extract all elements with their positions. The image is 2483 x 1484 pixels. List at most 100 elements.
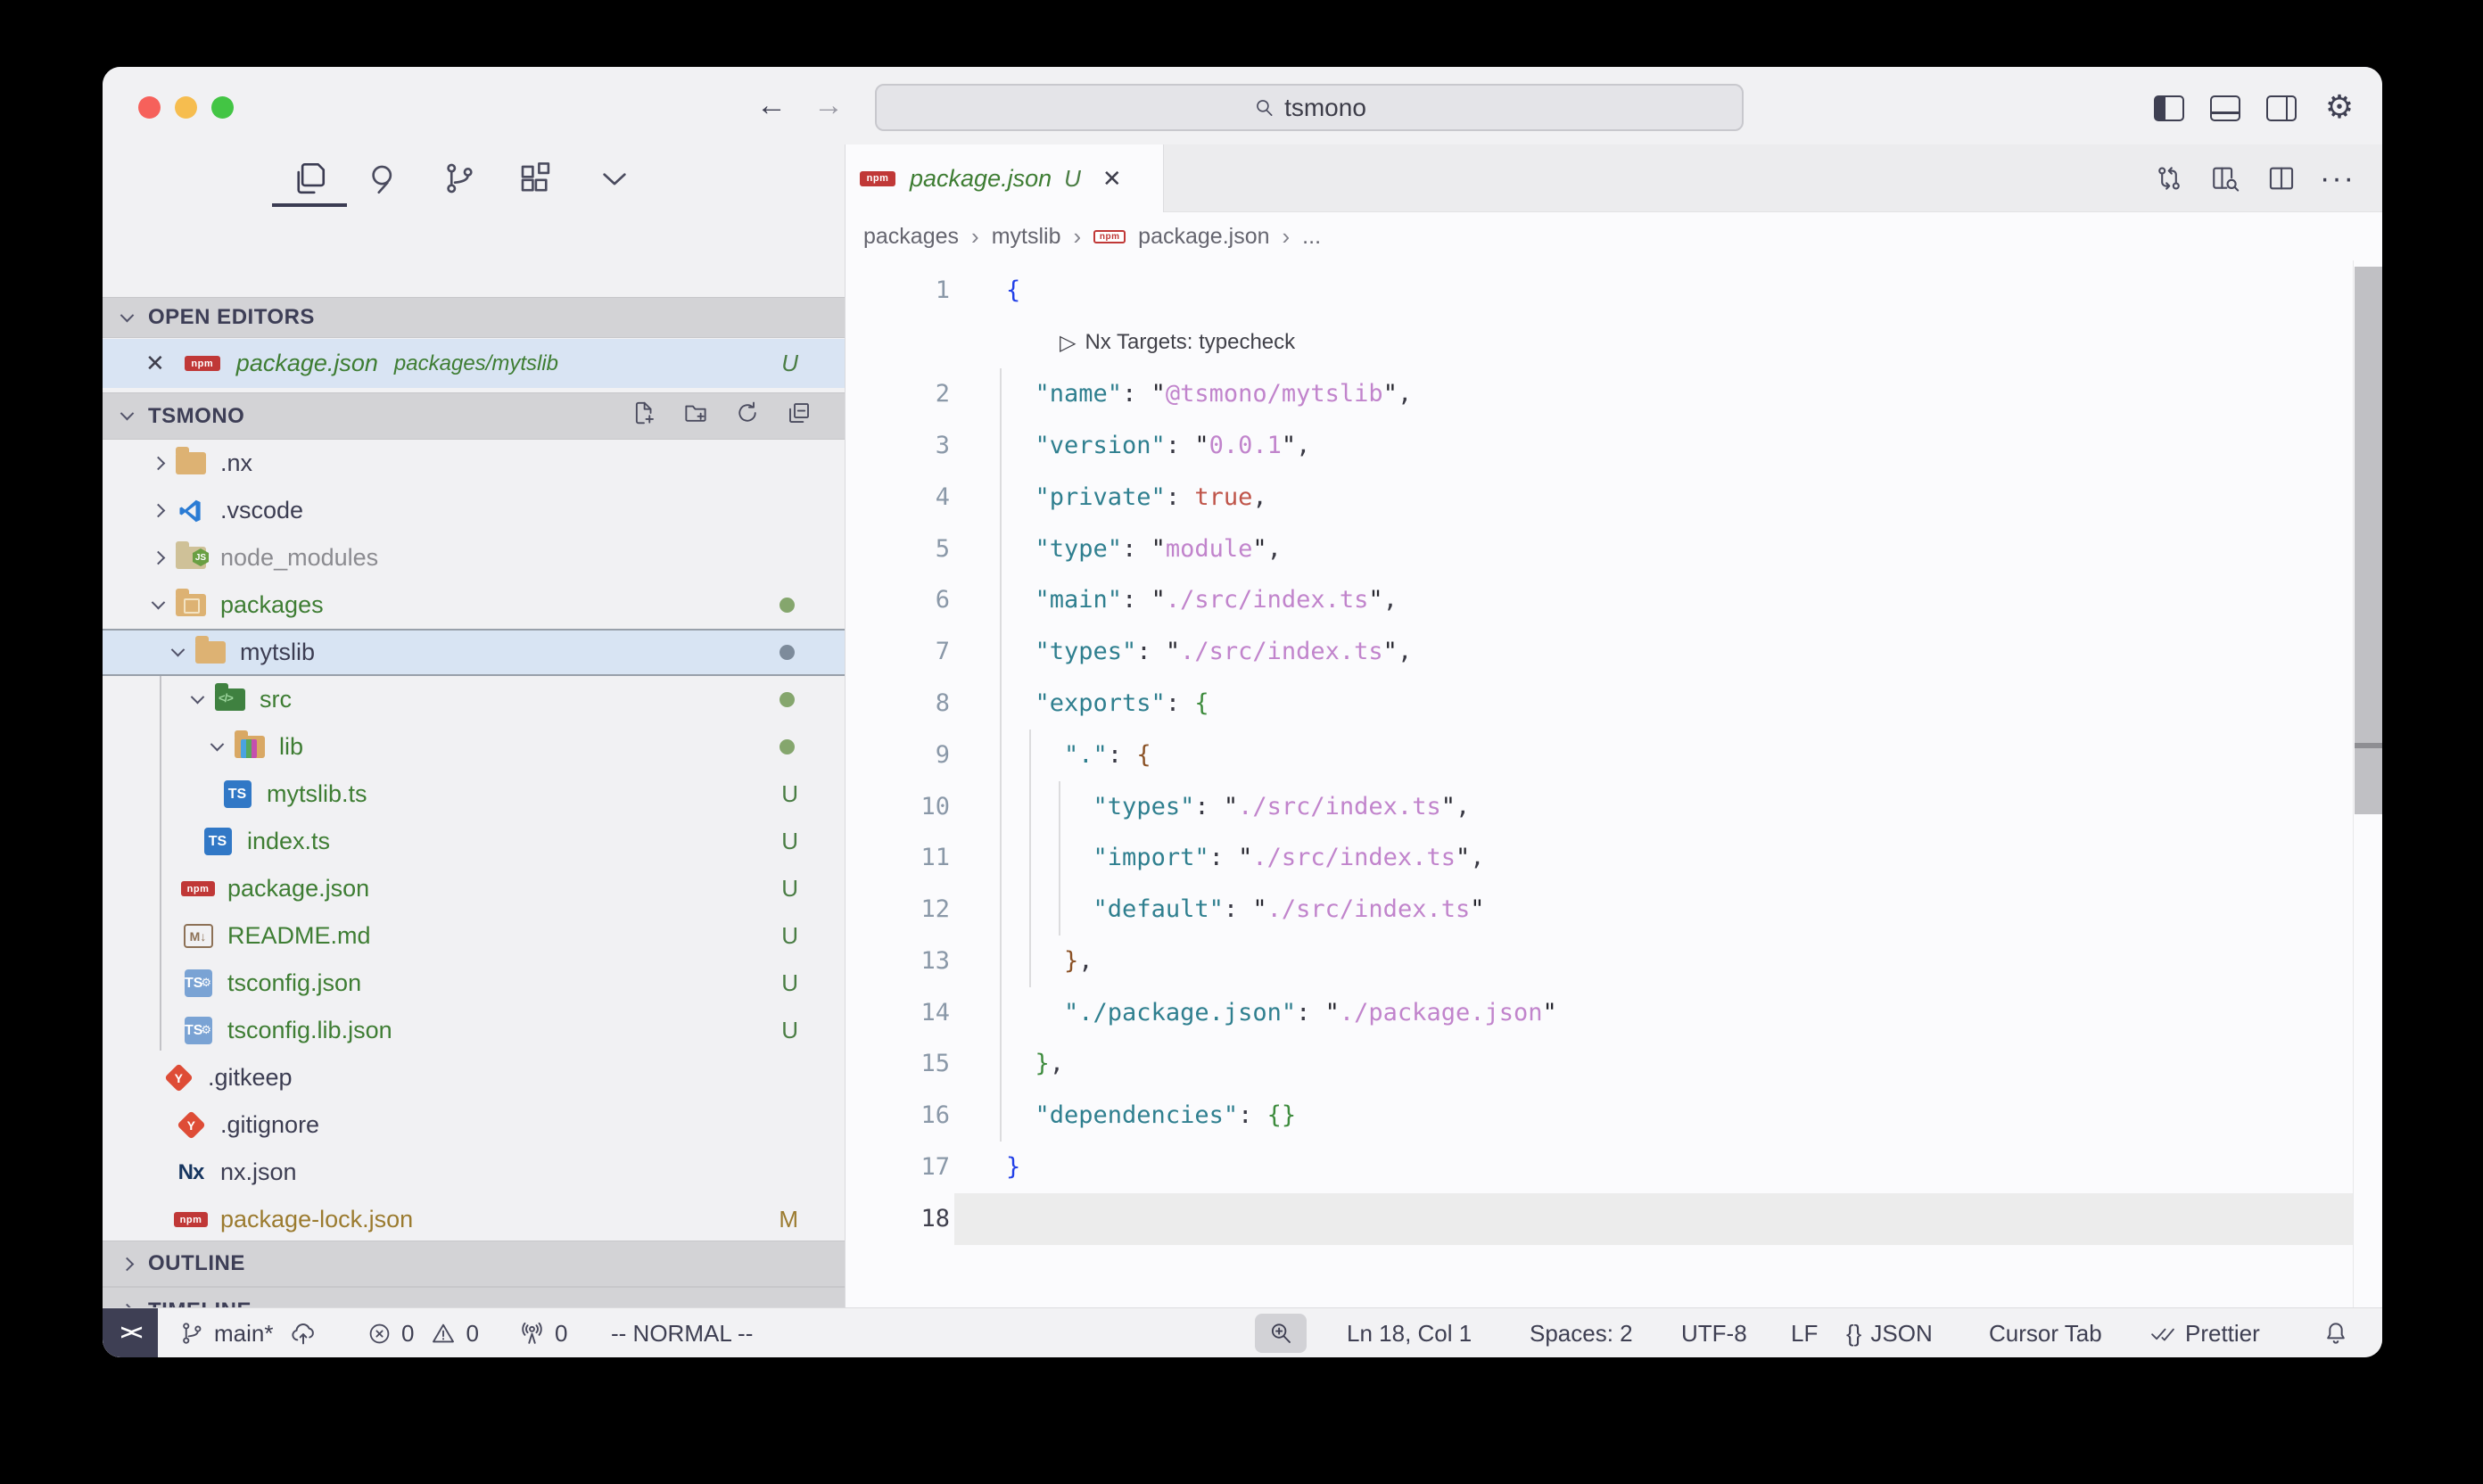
tree-item-package-json[interactable]: npmpackage.jsonU [103,865,845,912]
tab-package-json[interactable]: npm package.json U ✕ [846,144,1164,212]
code-editor[interactable]: ▷Nx Targets: typecheck 1{ 2 "name": "@ts… [846,260,2382,1307]
warnings-icon [430,1320,457,1347]
source-control-view-button[interactable] [436,157,483,200]
search-view-button[interactable] [360,157,407,200]
code-line[interactable]: 18 [846,1193,2382,1245]
extensions-view-button[interactable] [512,157,558,200]
more-views-button[interactable] [591,157,638,200]
language-mode-status[interactable]: {}JSON [1846,1308,1933,1357]
notifications-button[interactable] [2322,1308,2350,1357]
code-line[interactable]: 10 "types": "./src/index.ts", [846,781,2382,833]
breadcrumb-packages[interactable]: packages [863,224,959,250]
breadcrumb-symbol-ellipsis[interactable]: ... [1302,224,1321,250]
more-actions-button[interactable]: ··· [2313,157,2363,200]
zoom-indicator[interactable] [1255,1314,1307,1353]
forward-button[interactable]: → [811,88,846,123]
code-line[interactable]: 15 }, [846,1038,2382,1090]
new-folder-button[interactable] [682,400,709,433]
open-editors-header[interactable]: OPEN EDITORS [103,297,845,338]
codelens-nx-targets[interactable]: ▷Nx Targets: typecheck [1060,317,1295,368]
outline-section-header[interactable]: OUTLINE [103,1241,845,1287]
code-line[interactable]: 14 "./package.json": "./package.json" [846,987,2382,1039]
breadcrumbs[interactable]: packages › mytslib › npm package.json › … [846,212,2382,260]
tree-item-nx-folder[interactable]: .nx [103,440,845,487]
vim-mode-indicator[interactable]: -- NORMAL -- [611,1308,753,1357]
layout-panel-icon [2210,95,2240,121]
breadcrumb-package-json[interactable]: package.json [1138,224,1269,250]
tree-item-gitkeep[interactable]: Y.gitkeep [103,1054,845,1101]
status-bar: >< main* 0 0 0 -- NORMAL -- Ln 18, Col 1… [103,1307,2382,1357]
code-line[interactable]: 9 ".": { [846,730,2382,781]
title-bar[interactable]: ← → tsmono ⚙ [103,67,2382,144]
collapse-all-button[interactable] [786,400,813,433]
code-line[interactable]: 3 "version": "0.0.1", [846,420,2382,472]
code-line[interactable]: 11 "import": "./src/index.ts", [846,832,2382,884]
cursor-tab-status[interactable]: Cursor Tab [1989,1308,2102,1357]
sync-cloud-icon [289,1319,318,1348]
compare-changes-button[interactable] [2144,157,2194,200]
tree-item-node-modules[interactable]: node_modules [103,534,845,581]
explorer-view-button[interactable] [286,157,333,200]
code-line[interactable]: 1{ [846,265,2382,317]
close-traffic-light[interactable] [138,96,161,119]
formatter-status[interactable]: Prettier [2149,1308,2260,1357]
git-branch-status[interactable]: main* [178,1308,318,1357]
tree-item-lib[interactable]: lib [103,723,845,771]
cursor-position-status[interactable]: Ln 18, Col 1 [1347,1308,1472,1357]
new-file-button[interactable] [631,400,657,433]
tree-item-gitignore[interactable]: Y.gitignore [103,1101,845,1149]
code-line[interactable]: 12 "default": "./src/index.ts" [846,884,2382,936]
tree-item-src[interactable]: src [103,676,845,723]
remote-indicator[interactable]: >< [103,1308,158,1357]
tree-item-tsconfig[interactable]: TStsconfig.jsonU [103,960,845,1007]
eol-status[interactable]: LF [1791,1308,1818,1357]
close-icon[interactable]: ✕ [145,350,165,377]
preview-icon [2210,163,2240,194]
code-line[interactable]: 2 "name": "@tsmono/mytslib", [846,368,2382,420]
refresh-button[interactable] [734,400,761,433]
line-number: 2 [896,368,950,420]
maximize-traffic-light[interactable] [211,96,234,119]
tree-item-nx-json[interactable]: Nxnx.json [103,1149,845,1196]
settings-button[interactable]: ⚙ [2311,90,2368,126]
split-editor-button[interactable] [2256,157,2306,200]
code-line[interactable]: 6 "main": "./src/index.ts", [846,574,2382,626]
code-line[interactable]: 7 "types": "./src/index.ts", [846,626,2382,678]
chevron-down-icon [596,160,633,197]
tree-item-label: mytslib.ts [267,780,367,808]
code-line[interactable]: 17} [846,1142,2382,1193]
line-number: 5 [896,524,950,575]
breadcrumb-mytslib[interactable]: mytslib [992,224,1061,250]
tree-item-packages[interactable]: packages [103,581,845,629]
tree-item-vscode-folder[interactable]: .vscode [103,487,845,534]
encoding-status[interactable]: UTF-8 [1681,1308,1747,1357]
command-center-search[interactable]: tsmono [875,84,1744,131]
workspace-section-header[interactable]: TSMONO [103,392,845,440]
code-line[interactable]: 4 "private": true, [846,472,2382,524]
problems-status[interactable]: 0 0 [367,1308,479,1357]
code-line[interactable]: 5 "type": "module", [846,524,2382,575]
tsconfig-icon: TS [185,969,212,997]
toggle-panel-button[interactable] [2197,90,2254,126]
ports-status[interactable]: 0 [518,1308,567,1357]
code-line[interactable]: 16 "dependencies": {} [846,1090,2382,1142]
tab-close-button[interactable]: ✕ [1102,165,1122,193]
toggle-sidebar-button[interactable] [2141,90,2198,126]
tree-item-mytslib-ts[interactable]: TSmytslib.tsU [103,771,845,818]
tree-item-mytslib[interactable]: mytslib [103,629,845,676]
open-preview-button[interactable] [2200,157,2250,200]
tab-title: package.json [910,165,1052,193]
toggle-secondary-sidebar-button[interactable] [2253,90,2310,126]
scrollbar-track[interactable] [2353,260,2382,1307]
minimize-traffic-light[interactable] [175,96,197,119]
scrollbar-thumb[interactable] [2355,267,2382,814]
tree-item-package-lock[interactable]: npmpackage-lock.jsonM [103,1196,845,1243]
tree-item-index-ts[interactable]: TSindex.tsU [103,818,845,865]
code-line[interactable]: 13 }, [846,936,2382,987]
back-button[interactable]: ← [754,88,789,123]
tree-item-tsconfig-lib[interactable]: TStsconfig.lib.jsonU [103,1007,845,1054]
indentation-status[interactable]: Spaces: 2 [1530,1308,1633,1357]
open-editor-item[interactable]: ✕ npm package.json packages/mytslib U [103,339,845,388]
tree-item-readme[interactable]: M↓README.mdU [103,912,845,960]
code-line[interactable]: 8 "exports": { [846,678,2382,730]
